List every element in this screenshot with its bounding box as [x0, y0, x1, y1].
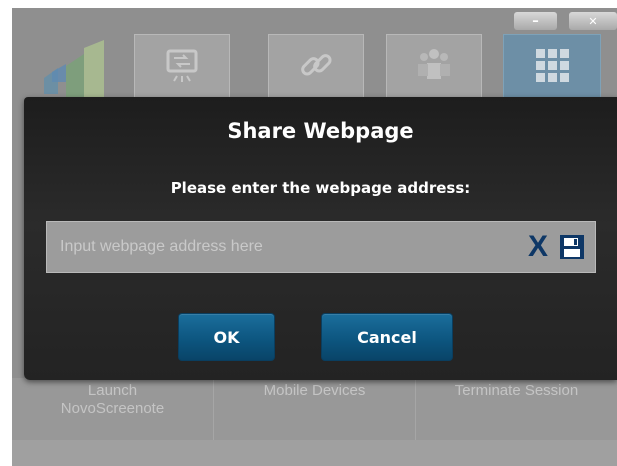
bottom-item-label: Mobile Devices: [263, 382, 366, 399]
clear-button[interactable]: X: [525, 230, 551, 263]
save-button[interactable]: [559, 234, 585, 260]
toolbar-link-button[interactable]: [268, 34, 364, 100]
clear-label: X: [527, 230, 548, 263]
status-strip: [12, 440, 617, 466]
webpage-url-input[interactable]: [47, 222, 517, 272]
cancel-button[interactable]: Cancel: [321, 313, 453, 361]
save-icon: [559, 235, 585, 264]
cancel-label: Cancel: [357, 327, 417, 347]
grid-icon: [532, 45, 572, 89]
minimize-button[interactable]: –: [514, 12, 557, 30]
bottom-item-label: Launch: [87, 382, 138, 399]
toolbar-logo[interactable]: [38, 38, 112, 98]
ok-button[interactable]: OK: [178, 313, 275, 361]
people-icon: [414, 45, 454, 89]
dialog-prompt: Please enter the webpage address:: [170, 179, 471, 197]
bottom-menu: Launch NovoScreenote Mobile Devices Term…: [12, 378, 617, 440]
close-button[interactable]: ✕: [569, 12, 617, 30]
url-field: X: [46, 221, 596, 273]
launch-novoscreenote-button[interactable]: Launch NovoScreenote: [12, 378, 214, 440]
toolbar-people-button[interactable]: [386, 34, 482, 100]
bottom-item-label: NovoScreenote: [60, 400, 165, 417]
dialog-title: Share Webpage: [227, 119, 414, 143]
toolbar-grid-button[interactable]: [503, 34, 601, 100]
terminate-session-button[interactable]: Terminate Session: [416, 378, 617, 440]
link-icon: [296, 45, 336, 89]
ok-label: OK: [213, 327, 240, 347]
toolbar-screen-share-button[interactable]: [134, 34, 230, 100]
screen-share-icon: [162, 45, 202, 89]
mobile-devices-button[interactable]: Mobile Devices: [214, 378, 416, 440]
share-webpage-dialog: Share Webpage Please enter the webpage a…: [24, 97, 617, 380]
bottom-item-label: Terminate Session: [454, 382, 579, 399]
